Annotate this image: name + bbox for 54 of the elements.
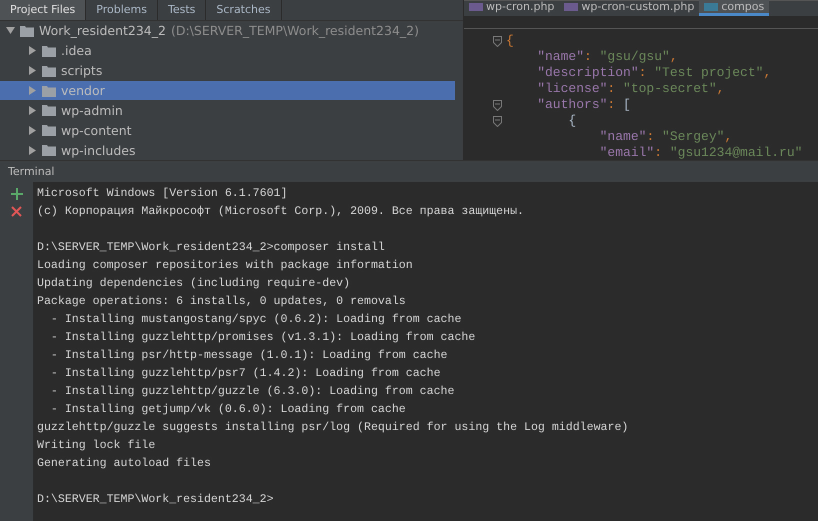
terminal-line: (c) Корпорация Майкрософт (Microsoft Corp.), 2009. Все права защищены. — [37, 204, 526, 220]
folder-icon — [42, 104, 56, 116]
fold-marker-icon[interactable] — [493, 116, 502, 126]
terminal-line: - Installing guzzlehttp/guzzle (6.3.0): Loading from cache — [50, 384, 456, 400]
tree-item[interactable]: wp-content — [0, 120, 455, 140]
code-line: "description": "Test project", — [536, 65, 772, 81]
terminal-line: Updating dependencies (including require-dev) — [37, 276, 352, 292]
collapsed-arrow-icon[interactable] — [28, 46, 37, 56]
terminal-line: - Installing guzzlehttp/promises (v1.3.1): Loading from cache — [50, 330, 476, 346]
add-icon[interactable] — [10, 188, 22, 200]
terminal-line: - Installing getjump/vk (0.6.0): Loading from cache — [50, 402, 407, 418]
close-icon[interactable] — [11, 206, 22, 217]
terminal-line: - Installing psr/http-message (1.0.1): Loading from cache — [50, 348, 448, 364]
folder-icon — [42, 144, 56, 156]
tool-window-tab[interactable]: Project Files — [0, 0, 86, 20]
tree-item[interactable]: .idea — [0, 40, 455, 61]
code-line: { — [567, 113, 578, 129]
tree-item[interactable]: scripts — [0, 60, 455, 81]
expanded-arrow-icon[interactable] — [6, 26, 15, 36]
terminal-line: Package operations: 6 installs, 0 updates, 0 removals — [37, 294, 407, 310]
folder-icon — [42, 84, 56, 96]
collapsed-arrow-icon[interactable] — [28, 106, 37, 115]
terminal-title: Terminal — [0, 160, 818, 182]
folder-icon — [42, 64, 56, 77]
fold-marker-icon[interactable] — [493, 100, 502, 110]
terminal-line: Microsoft Windows [Version 6.1.7601] — [37, 186, 288, 202]
code-line: "name": "gsu/gsu", — [536, 49, 679, 65]
folder-icon — [42, 44, 56, 57]
folder-icon — [42, 124, 56, 136]
code-line: "email": "gsu1234@mail.ru" — [598, 145, 802, 160]
terminal-line: - Installing mustangostang/spyc (0.6.2): Loading from cache — [50, 312, 462, 328]
terminal-line: guzzlehttp/guzzle suggests installing psr/log (Required for using the Log middleware) — [37, 420, 628, 436]
terminal-line: Writing lock file — [37, 438, 156, 454]
code-line: { — [506, 33, 515, 49]
editor-tab[interactable]: compos — [699, 0, 770, 16]
fold-marker-icon[interactable] — [493, 36, 502, 46]
terminal-line: Generating autoload files — [37, 456, 212, 472]
code-line: "authors": [ — [536, 97, 632, 113]
editor-tab[interactable]: wp-cron-custom.php — [559, 0, 700, 16]
tree-item-label[interactable]: Work_resident234_2 — [39, 23, 166, 38]
collapsed-arrow-icon[interactable] — [28, 126, 37, 135]
editor-tab[interactable]: wp-cron.php — [464, 0, 560, 16]
collapsed-arrow-icon[interactable] — [28, 146, 37, 155]
terminal-line: D:\SERVER_TEMP\Work_resident234_2> — [37, 492, 275, 508]
collapsed-arrow-icon[interactable] — [28, 66, 37, 76]
terminal-line: D:\SERVER_TEMP\Work_resident234_2>composer install — [37, 240, 386, 256]
terminal-line: Loading composer repositories with package information — [37, 258, 414, 274]
project-path: (D:\SERVER_TEMP\Work_resident234_2) — [170, 23, 419, 38]
code-line: "license": "top-secret", — [536, 81, 726, 97]
folder-icon — [20, 24, 34, 37]
tree-item[interactable]: wp-admin — [0, 100, 455, 120]
terminal-line: - Installing guzzlehttp/psr7 (1.4.2): Loading from cache — [50, 366, 442, 382]
code-line: "name": "Sergey", — [598, 129, 734, 145]
tree-item[interactable]: wp-includes — [0, 140, 455, 160]
